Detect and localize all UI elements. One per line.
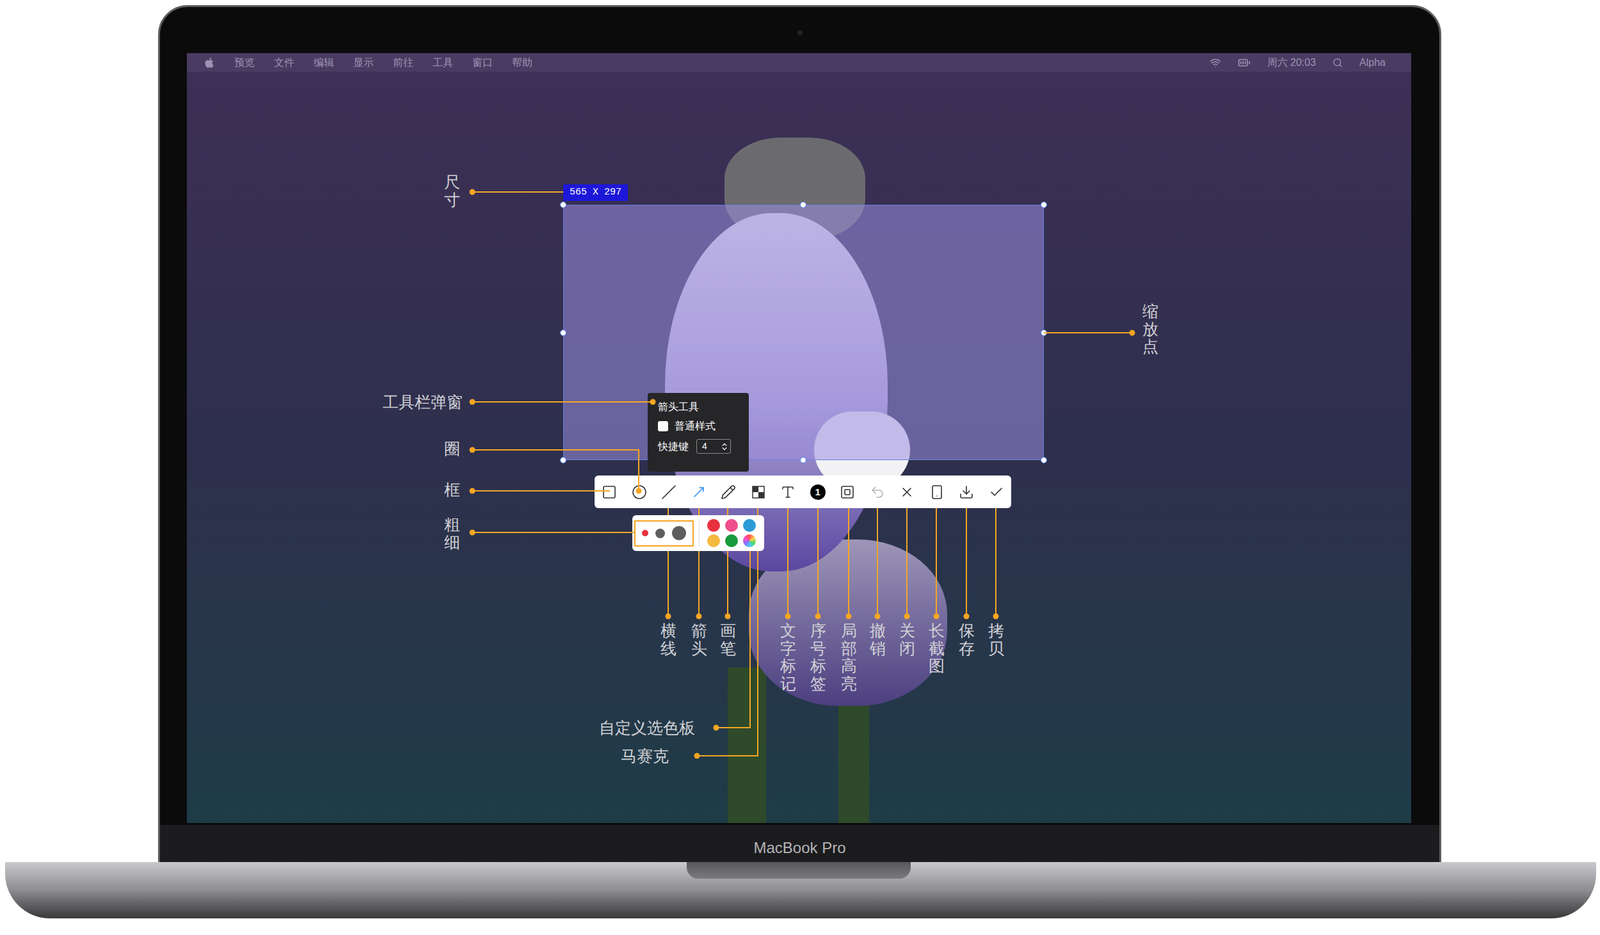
color-swatch[interactable] xyxy=(725,534,738,548)
menu-clock[interactable]: 周六 20:03 xyxy=(1267,55,1316,71)
annotation-label: 撤销 xyxy=(869,622,886,658)
pen-icon xyxy=(720,484,736,500)
annotation-label: 文字标记 xyxy=(780,622,797,693)
annotation-label: 缩放点 xyxy=(1142,302,1159,356)
annotation-label: 序号标签 xyxy=(810,622,827,693)
palette-divider xyxy=(698,520,700,546)
resize-handle[interactable] xyxy=(560,201,567,208)
tool-button[interactable] xyxy=(892,475,923,509)
rect-icon xyxy=(601,484,617,500)
number-label-icon: 1 xyxy=(810,484,826,500)
close-icon xyxy=(899,484,915,500)
size-options xyxy=(634,520,694,547)
color-swatch[interactable] xyxy=(707,519,720,532)
page: MacBook Pro 预览 文件 编辑 显示 前往 工具 窗口 帮助 周六 20:03 Alpha… xyxy=(0,0,1600,935)
size-option[interactable] xyxy=(672,526,687,541)
annotation-label: 保存 xyxy=(958,622,975,658)
tool-button[interactable] xyxy=(684,475,715,509)
menu-item[interactable]: 文件 xyxy=(273,55,295,71)
size-option[interactable] xyxy=(655,528,665,539)
search-icon[interactable] xyxy=(1332,57,1343,68)
custom-color-button[interactable] xyxy=(743,534,756,548)
annotation-label: 粗细 xyxy=(444,515,461,552)
circle-icon xyxy=(631,484,648,500)
color-swatch[interactable] xyxy=(725,519,738,532)
tool-button[interactable] xyxy=(654,475,685,509)
tool-button[interactable] xyxy=(743,475,774,509)
popup-title: 箭头工具 xyxy=(657,400,739,414)
menu-user[interactable]: Alpha xyxy=(1359,55,1386,71)
tool-button[interactable]: 1 xyxy=(803,475,834,509)
tool-button[interactable] xyxy=(922,475,953,509)
battery-icon[interactable] xyxy=(1237,56,1251,70)
menu-item[interactable]: 前往 xyxy=(392,55,414,71)
annotation-label: 拷贝 xyxy=(988,622,1005,658)
resize-handle[interactable] xyxy=(800,201,807,208)
menu-item[interactable]: 窗口 xyxy=(472,55,493,71)
apple-icon[interactable] xyxy=(203,56,216,69)
menu-item[interactable]: 编辑 xyxy=(313,55,335,71)
resize-handle[interactable] xyxy=(1040,329,1048,336)
camera xyxy=(797,30,803,36)
annotation-label: 横线 xyxy=(660,622,677,658)
undo-icon xyxy=(869,484,886,500)
annotation-label: 长截图 xyxy=(928,622,945,676)
style-label: 普通样式 xyxy=(674,419,716,433)
selection-area[interactable] xyxy=(563,204,1044,461)
arrow-icon xyxy=(691,484,707,500)
annotation-label: 圈 xyxy=(444,440,461,459)
toolbar-popup: 箭头工具普通样式快捷键 4 xyxy=(647,392,749,472)
resize-handle[interactable] xyxy=(800,456,807,464)
tool-button[interactable] xyxy=(624,475,655,509)
annotation-label: 箭头 xyxy=(691,622,708,658)
stepper-icon[interactable] xyxy=(720,442,729,452)
annotation-label: 框 xyxy=(444,481,461,500)
size-label: 565 X 297 xyxy=(563,184,628,201)
save-icon xyxy=(958,484,975,500)
tool-button[interactable] xyxy=(594,475,625,509)
menu-item[interactable]: 工具 xyxy=(432,55,454,71)
tool-button[interactable] xyxy=(862,475,893,509)
annotation-label: 局部高亮 xyxy=(840,622,857,693)
text-icon xyxy=(780,484,796,500)
tool-button[interactable] xyxy=(713,475,744,509)
size-option[interactable] xyxy=(641,529,649,537)
laptop-notch xyxy=(686,862,911,879)
long-icon xyxy=(929,484,945,500)
tool-button[interactable] xyxy=(773,475,804,509)
line-icon xyxy=(661,484,677,500)
menu-item[interactable]: 帮助 xyxy=(512,55,533,71)
annotation-lines-upper xyxy=(0,0,1600,935)
menu-bar: 预览 文件 编辑 显示 前往 工具 窗口 帮助 周六 20:03 Alpha xyxy=(186,53,1412,72)
annotation-label: 尺寸 xyxy=(444,173,461,209)
highlight-icon xyxy=(839,484,856,500)
menu-item[interactable]: 显示 xyxy=(353,55,374,71)
color-swatch[interactable] xyxy=(743,519,756,532)
color-swatch[interactable] xyxy=(707,534,720,548)
tool-button[interactable] xyxy=(832,475,863,509)
wifi-icon[interactable] xyxy=(1209,56,1222,69)
resize-handle[interactable] xyxy=(560,329,567,336)
tool-button[interactable] xyxy=(951,475,982,509)
menu-item[interactable]: 预览 xyxy=(234,55,255,71)
shortcut-field[interactable]: 4 xyxy=(696,439,731,454)
resize-handle[interactable] xyxy=(1040,456,1048,464)
resize-handle[interactable] xyxy=(560,456,567,464)
copy-icon xyxy=(988,484,1005,500)
mosaic-icon xyxy=(751,485,766,500)
annotation-label: 画笔 xyxy=(720,622,736,658)
tool-button[interactable] xyxy=(981,475,1012,509)
laptop-chin: MacBook Pro xyxy=(160,824,1440,863)
style-checkbox[interactable] xyxy=(657,421,669,432)
annotation-label: 工具栏弹窗 xyxy=(382,392,463,412)
annotation-label: 自定义选色板 xyxy=(599,718,696,738)
annotation-label: 关闭 xyxy=(899,622,916,658)
annotation-label: 马赛克 xyxy=(620,746,669,766)
palette xyxy=(632,515,765,552)
shortcut-label: 快捷键 xyxy=(657,440,689,454)
resize-handle[interactable] xyxy=(1040,201,1048,208)
toolbar: 1 xyxy=(594,475,1012,509)
device-label: MacBook Pro xyxy=(753,836,846,860)
annotation-lines-lower xyxy=(0,0,1600,935)
